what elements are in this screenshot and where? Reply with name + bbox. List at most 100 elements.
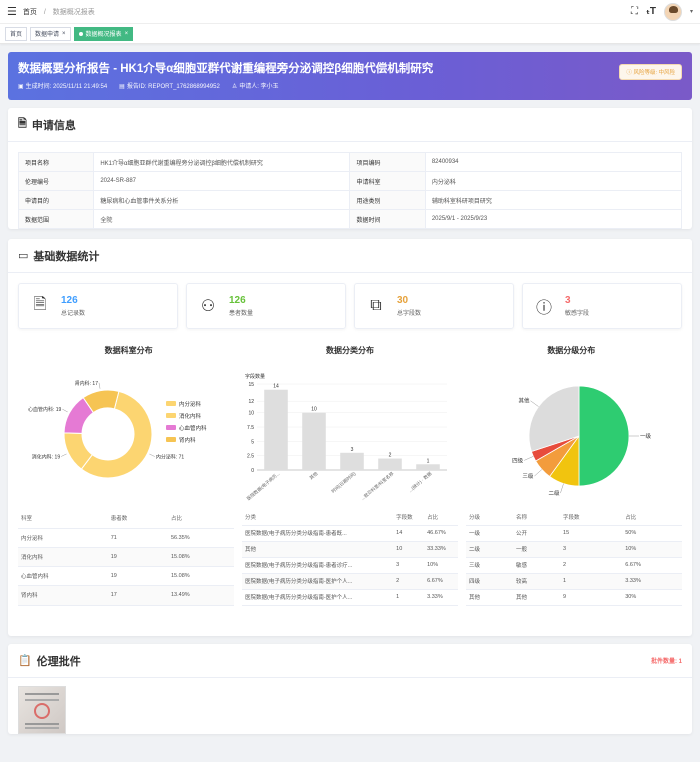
table-header: 科室 [18,509,108,529]
table-header: 字段数 [393,509,425,526]
section-title: 伦理批件 [36,655,81,668]
table-cell: 50% [622,525,682,542]
generated-time: ▣ 生成时间: 2025/11/11 21:49:54 [18,84,108,90]
tab-data-application[interactable]: 数据申请 × [30,26,71,41]
info-label: 项目编码 [349,152,426,172]
table-header: 名称 [513,509,561,526]
chart-title: 数据科室分布 [104,346,153,355]
info-label: 申请科室 [349,171,426,191]
table-row: 其他 10 33.33% [242,541,458,558]
table-cell: 一般 [513,541,561,558]
table-cell: 14 [393,525,425,542]
legend-label: 肾内科 [179,436,196,444]
x-tick-label: 时间(日期时间) [330,470,358,495]
tab-data-report[interactable]: 数据概况报表 × [73,26,134,41]
leader-line [559,483,564,494]
y-axis-label: 字段数量 [245,373,265,380]
dept-chart: 数据科室分布 内分泌科: 71 消化内科: 19 心血管内科: 19 肾内科: 17 内… [18,339,239,509]
y-tick-label: 0 [252,468,255,474]
slice-label: 肾内科: 17 [75,380,99,387]
table-cell: 消化内科 [18,547,108,568]
table-cell: 肾内科 [18,585,108,606]
caret-down-icon[interactable]: ▾ [690,8,693,15]
report-id: ▤ 报告ID: REPORT_1762868994952 [119,84,220,90]
table-header: 占比 [167,509,234,529]
table-header: 患者数 [107,509,168,529]
avatar[interactable] [663,2,682,21]
table-row: 三级 敏感 2 6.67% [466,557,682,574]
breadcrumb-home[interactable]: 首页 [23,9,37,16]
calendar-icon: ▣ [18,84,24,90]
dept-table: 科室 患者数 占比 内分泌科 71 56.35% 消化内科 19 15.08% 心血管内科 19 15… [18,509,234,606]
pie-slice [578,385,629,487]
warning-icon: ⓘ [535,300,552,317]
table-cell: 1 [560,573,623,590]
table-cell: 10% [622,541,682,558]
ethics-document-thumbnail[interactable] [18,686,66,734]
table-cell: 17 [107,585,168,606]
table-cell: 医院数据(电子病历分类分级指南-患者既... [242,525,394,542]
bar [378,458,403,470]
fullscreen-icon[interactable]: ⛶ [631,6,638,17]
breadcrumb: 首页 / 数据概况报表 [22,8,95,16]
leader-line [62,408,68,413]
stat-card: ⓘ 3 敏感字段 [522,283,682,329]
x-tick-label: 其他 [308,470,320,481]
y-tick-label: 10 [249,411,255,417]
table-cell: 公开 [513,525,561,542]
slice-label: 四级 [512,456,524,464]
y-tick-label: 5 [252,439,255,445]
bar [416,464,441,470]
table-row: 二级 一般 3 10% [466,541,682,558]
category-chart: 数据分类分布 字段数量 0 2.5 5 7.5 10 12 15 14 医院数据(电子病历... 1… [239,339,460,509]
slice-label: 三级 [522,472,534,480]
legend-label: 内分泌科 [179,400,202,408]
table-row: 医院数据(电子病历分类分级指南-患者既... 14 46.67% [242,525,458,542]
document-icon: 🗎 [33,295,47,313]
table-cell: 3.33% [424,589,458,606]
table-cell: 较高 [513,573,561,590]
table-cell: 1 [393,589,425,606]
table-cell: 医院数据(电子病历分类分级指南-患者诊疗... [242,557,394,574]
table-cell: 其他 [513,589,561,606]
bar-value-label: 10 [312,407,318,413]
table-cell: 四级 [466,573,514,590]
hamburger-icon[interactable]: ☰ [7,5,17,18]
table-cell: 其他 [466,589,514,606]
x-tick-label: 医院数据(电子病历... [246,470,282,502]
close-icon[interactable]: × [62,31,66,37]
table-cell: 心血管内科 [18,566,108,587]
table-cell: 6.67% [424,573,458,590]
legend-swatch [166,401,176,406]
table-row: 医院数据(电子病历分类分级指南-医护个人... 2 6.67% [242,573,458,590]
table-cell: 15 [560,525,623,542]
info-label: 数据时间 [349,209,426,229]
table-cell: 56.35% [167,528,234,548]
chart-title: 数据分级分布 [547,346,596,355]
table-cell: 46.67% [424,525,458,542]
info-value: 糖尿病和心血管事件关系分析 [93,190,351,210]
font-size-icon[interactable]: ₜT [646,6,656,17]
risk-badge: ⓘ 风险等级: 中风险 [619,64,682,80]
table-cell: 19 [107,566,168,587]
table-cell: 30% [622,589,682,606]
legend-swatch [166,437,176,442]
table-cell: 33.33% [424,541,458,558]
tab-home[interactable]: 首页 [5,26,28,41]
table-header: 分类 [242,509,394,526]
x-tick-label: ...就诊科室/科室名称 [360,470,396,502]
table-cell: 二级 [466,541,514,558]
table-header: 占比 [424,509,458,526]
table-cell: 19 [107,547,168,568]
info-value: 辅助科室科研项目研究 [424,190,683,210]
slice-label: 心血管内科: 19 [28,406,62,413]
info-label: 项目名称 [17,152,95,172]
close-icon[interactable]: × [125,31,129,37]
statistics-card: ▭ 基础数据统计 🗎 126 总记录数 ⚇ 126 患者数量 ⧉ 30 总字段数 ⓘ 3 敏感字段 数据… [8,239,692,636]
level-pie-chart: 一级二级 三级 四级 其他 [512,385,651,497]
bar-value-label: 3 [351,447,354,453]
file-icon: ▤ [119,84,125,90]
info-label: 申请目的 [17,190,95,210]
info-row: 项目名称 HK1介导α细胞亚群代谢重编程旁分泌调控β细胞代偿机制研究 项目编码 824… [17,152,683,172]
leader-line [523,456,534,461]
